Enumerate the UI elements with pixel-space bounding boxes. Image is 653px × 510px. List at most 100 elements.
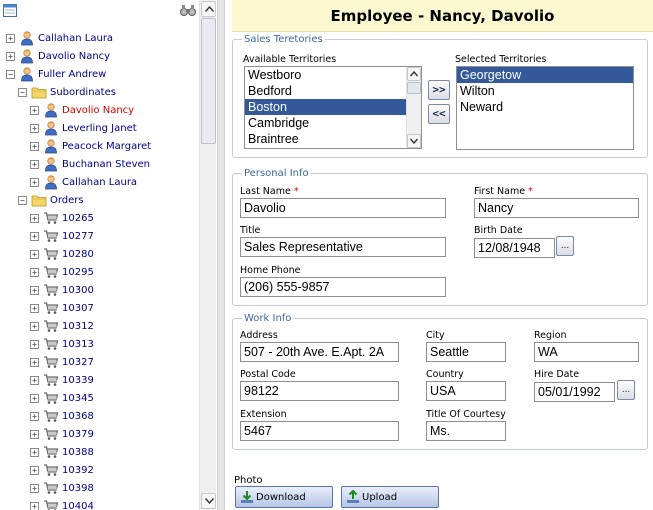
tree-node-label[interactable]: Buchanan Steven bbox=[62, 159, 150, 170]
birth-date-picker-button[interactable]: ... bbox=[556, 236, 574, 256]
expand-icon[interactable]: + bbox=[30, 411, 39, 421]
add-territory-button[interactable]: >> bbox=[428, 80, 450, 100]
binoculars-icon[interactable] bbox=[180, 4, 196, 17]
tree-scrollbar[interactable] bbox=[199, 0, 216, 510]
tree-node-label[interactable]: Callahan Laura bbox=[38, 33, 113, 44]
pane-splitter[interactable] bbox=[217, 0, 225, 510]
tree-node[interactable]: + Buchanan Steven bbox=[30, 155, 150, 173]
tree-node[interactable]: +10277 bbox=[30, 227, 94, 245]
upload-button[interactable]: Upload bbox=[341, 486, 439, 508]
scroll-up-button[interactable] bbox=[201, 1, 216, 17]
tree-node-label[interactable]: Orders bbox=[50, 195, 84, 206]
tree-node[interactable]: +10392 bbox=[30, 461, 94, 479]
tree-node-label[interactable]: 10379 bbox=[62, 429, 94, 440]
selected-territories-list[interactable]: Georgetow Wilton Neward bbox=[456, 66, 634, 150]
city-field[interactable] bbox=[426, 342, 506, 362]
territory-option[interactable]: Boston bbox=[245, 99, 421, 115]
tree-node-label[interactable]: Davolio Nancy bbox=[38, 51, 110, 62]
tree-node-label[interactable]: 10313 bbox=[62, 339, 94, 350]
tree-node-label[interactable]: 10345 bbox=[62, 393, 94, 404]
tree-node[interactable]: + Davolio Nancy bbox=[6, 47, 110, 65]
territory-option[interactable]: Bedford bbox=[245, 83, 421, 99]
expand-icon[interactable]: + bbox=[6, 51, 15, 61]
scroll-thumb[interactable] bbox=[201, 18, 216, 144]
home-phone-field[interactable] bbox=[240, 277, 446, 297]
territory-option[interactable]: Georgetow bbox=[457, 67, 633, 83]
expand-icon[interactable]: + bbox=[30, 393, 39, 403]
tree-node[interactable]: + Callahan Laura bbox=[6, 29, 113, 47]
available-territories-list[interactable]: Westboro Bedford Boston Cambridge Braintree bbox=[244, 66, 422, 149]
hire-date-field[interactable] bbox=[534, 382, 615, 402]
extension-field[interactable] bbox=[240, 421, 399, 441]
tree-node[interactable]: − Subordinates bbox=[18, 83, 116, 101]
tree-node[interactable]: +10339 bbox=[30, 371, 94, 389]
tree-node[interactable]: +10295 bbox=[30, 263, 94, 281]
tree-node-label[interactable]: Callahan Laura bbox=[62, 177, 137, 188]
title-of-courtesy-field[interactable] bbox=[426, 421, 506, 441]
tree-node[interactable]: +10312 bbox=[30, 317, 94, 335]
expand-icon[interactable]: + bbox=[30, 267, 39, 277]
region-field[interactable] bbox=[534, 342, 639, 362]
tree-node-label[interactable]: 10295 bbox=[62, 267, 94, 278]
expand-icon[interactable]: + bbox=[30, 249, 39, 259]
tree-node[interactable]: +10379 bbox=[30, 425, 94, 443]
hire-date-picker-button[interactable]: ... bbox=[617, 380, 635, 400]
expand-icon[interactable]: + bbox=[30, 159, 39, 169]
expand-icon[interactable]: + bbox=[30, 123, 39, 133]
list-scroll-down-button[interactable] bbox=[407, 134, 421, 148]
tree-node-label[interactable]: 10307 bbox=[62, 303, 94, 314]
country-field[interactable] bbox=[426, 381, 506, 401]
tree-node[interactable]: +10327 bbox=[30, 353, 94, 371]
remove-territory-button[interactable]: << bbox=[428, 104, 450, 124]
collapse-icon[interactable]: − bbox=[18, 195, 27, 205]
tree-node[interactable]: +10300 bbox=[30, 281, 94, 299]
territory-option[interactable]: Westboro bbox=[245, 67, 421, 83]
expand-icon[interactable]: + bbox=[30, 483, 39, 493]
birth-date-field[interactable] bbox=[474, 238, 555, 258]
tree-node-label[interactable]: 10277 bbox=[62, 231, 94, 242]
expand-icon[interactable]: + bbox=[30, 321, 39, 331]
expand-icon[interactable]: + bbox=[30, 465, 39, 475]
tree-node[interactable]: +10404 bbox=[30, 497, 94, 510]
postal-code-field[interactable] bbox=[240, 381, 399, 401]
title-field[interactable] bbox=[240, 237, 446, 257]
expand-icon[interactable]: + bbox=[30, 177, 39, 187]
tree-node-label[interactable]: Leverling Janet bbox=[62, 123, 137, 134]
tree-node[interactable]: + Peacock Margaret bbox=[30, 137, 151, 155]
territory-option[interactable]: Neward bbox=[457, 99, 633, 115]
collapse-icon[interactable]: − bbox=[18, 87, 27, 97]
tree-node-label[interactable]: Subordinates bbox=[50, 87, 116, 98]
tree-node[interactable]: +10388 bbox=[30, 443, 94, 461]
tree-node-label[interactable]: 10368 bbox=[62, 411, 94, 422]
expand-icon[interactable]: + bbox=[30, 141, 39, 151]
tree-node[interactable]: +10280 bbox=[30, 245, 94, 263]
tree-node-label[interactable]: 10280 bbox=[62, 249, 94, 260]
expand-icon[interactable]: + bbox=[30, 231, 39, 241]
tree-node-label[interactable]: 10265 bbox=[62, 213, 94, 224]
scroll-down-button[interactable] bbox=[201, 493, 216, 509]
expand-icon[interactable]: + bbox=[30, 429, 39, 439]
tree-node[interactable]: +10313 bbox=[30, 335, 94, 353]
tree-node[interactable]: +10345 bbox=[30, 389, 94, 407]
tree-node-label[interactable]: 10392 bbox=[62, 465, 94, 476]
territory-option[interactable]: Cambridge bbox=[245, 115, 421, 131]
tree-node-label[interactable]: 10339 bbox=[62, 375, 94, 386]
expand-icon[interactable]: + bbox=[30, 339, 39, 349]
expand-icon[interactable]: + bbox=[30, 213, 39, 223]
calendar-icon[interactable] bbox=[3, 4, 17, 17]
expand-icon[interactable]: + bbox=[30, 375, 39, 385]
tree-node-label[interactable]: 10312 bbox=[62, 321, 94, 332]
tree-node[interactable]: +10368 bbox=[30, 407, 94, 425]
first-name-field[interactable] bbox=[474, 198, 639, 218]
tree-node-label[interactable]: 10398 bbox=[62, 483, 94, 494]
tree-node[interactable]: − Fuller Andrew bbox=[6, 65, 106, 83]
last-name-field[interactable] bbox=[240, 198, 446, 218]
tree-node-label[interactable]: 10300 bbox=[62, 285, 94, 296]
available-list-scrollbar[interactable] bbox=[406, 67, 421, 148]
collapse-icon[interactable]: − bbox=[6, 69, 15, 79]
expand-icon[interactable]: + bbox=[30, 303, 39, 313]
tree-node[interactable]: + Davolio Nancy bbox=[30, 101, 134, 119]
tree-node-label[interactable]: Davolio Nancy bbox=[62, 105, 134, 116]
tree-node-label[interactable]: 10388 bbox=[62, 447, 94, 458]
list-scroll-up-button[interactable] bbox=[407, 67, 421, 81]
